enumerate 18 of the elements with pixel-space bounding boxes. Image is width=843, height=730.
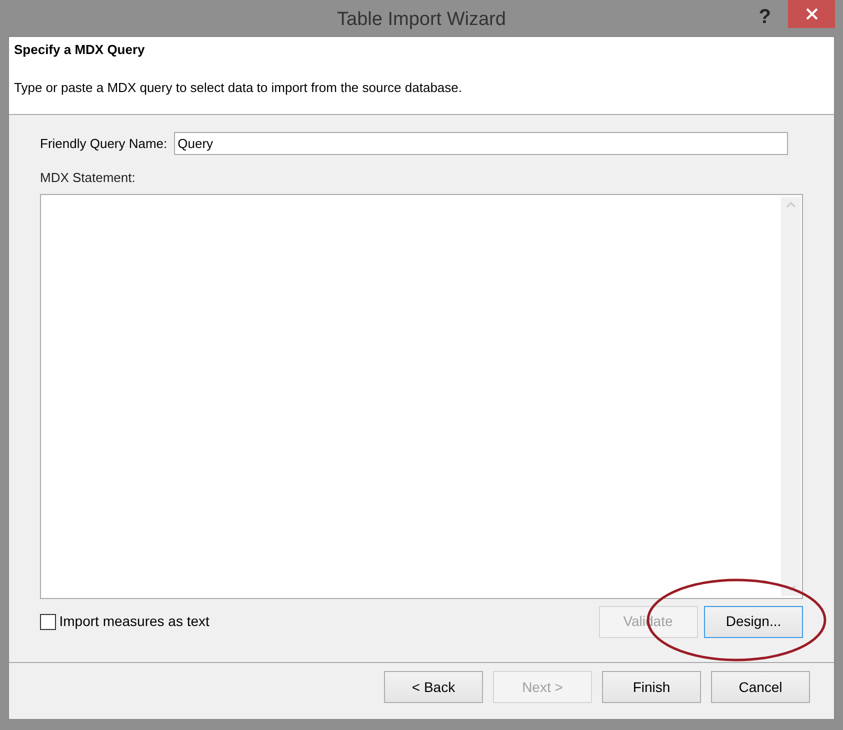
scrollbar[interactable] [781,197,801,596]
checkbox-label[interactable]: Import measures as text [59,611,210,632]
field-label: MDX Statement: [40,170,136,185]
finish-button[interactable]: Finish [602,671,701,703]
scroll-down-icon[interactable] [786,585,796,591]
back-button[interactable]: < Back [384,671,483,703]
close-button[interactable] [788,0,835,28]
close-icon[interactable] [806,8,818,20]
window-title: Table Import Wizard [337,8,506,32]
field-label: Friendly Query Name: [40,134,168,153]
page-description: Type or paste a MDX query to select data to import from the source database. [14,78,464,97]
help-button[interactable]: ? [758,2,771,32]
mdx-statement-field[interactable] [40,194,803,599]
checkbox[interactable] [40,614,56,630]
query-name-field[interactable]: Query [174,132,788,155]
cancel-button[interactable]: Cancel [711,671,810,703]
design-button[interactable]: Design... [704,606,803,638]
page-title: Specify a MDX Query [14,41,146,59]
